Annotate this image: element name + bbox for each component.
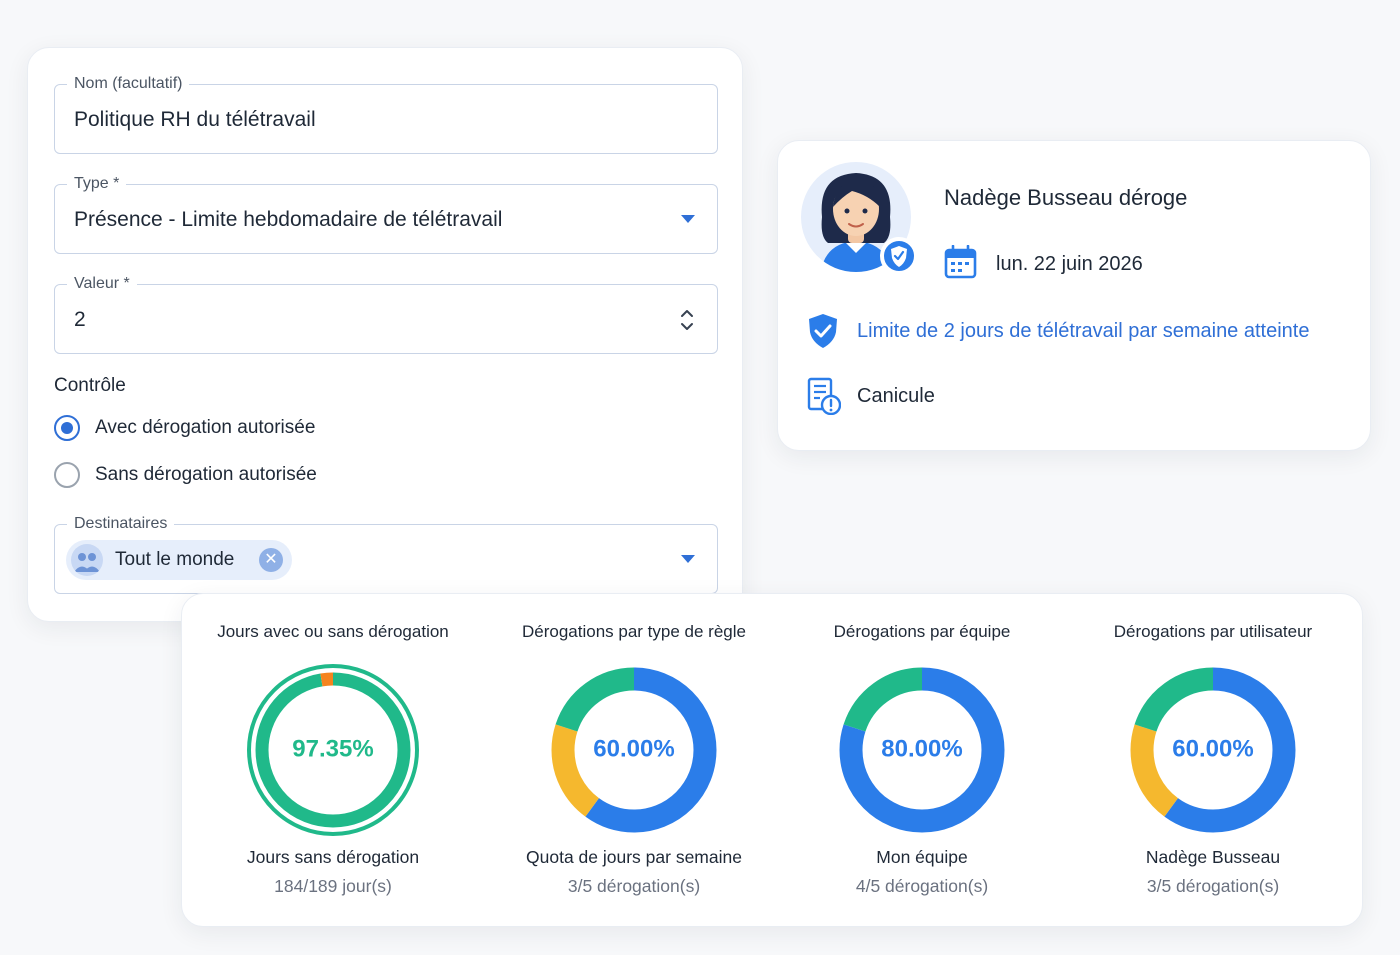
control-section-title: Contrôle xyxy=(54,375,126,396)
stat-sub: 3/5 dérogation(s) xyxy=(1146,876,1280,896)
shield-check-icon xyxy=(809,314,837,348)
name-field-label: Nom (facultatif) xyxy=(67,74,190,94)
recipients-select[interactable]: Destinataires Tout le monde ✕ xyxy=(54,514,718,594)
radio-without-derogation[interactable]: Sans dérogation autorisée xyxy=(54,460,317,490)
stat-team: Dérogations par équipe 80.00% Mon équipe… xyxy=(777,594,1067,928)
stat-label: Mon équipe xyxy=(876,847,968,867)
name-field-value[interactable]: Politique RH du télétravail xyxy=(74,107,316,133)
donut-chart-rule-type: 60.00% xyxy=(551,667,717,833)
name-field[interactable]: Nom (facultatif) Politique RH du télétra… xyxy=(54,74,718,154)
stat-rule-type: Dérogations par type de règle 60.00% Quo… xyxy=(489,594,779,928)
donut-center-value: 60.00% xyxy=(1172,735,1253,762)
value-field[interactable]: Valeur * 2 xyxy=(54,274,718,354)
stat-sub: 3/5 dérogation(s) xyxy=(567,876,701,896)
recipient-chip[interactable]: Tout le monde ✕ xyxy=(66,540,292,580)
stepper-icon[interactable] xyxy=(679,307,695,333)
notification-date: lun. 22 juin 2026 xyxy=(996,253,1143,275)
type-select-value[interactable]: Présence - Limite hebdomadaire de télétr… xyxy=(74,207,502,233)
notification-limit-text: Limite de 2 jours de télétravail par sem… xyxy=(857,320,1310,342)
stat-label: Nadège Busseau xyxy=(1145,847,1281,867)
recipient-chip-label: Tout le monde xyxy=(115,549,235,570)
value-field-label: Valeur * xyxy=(67,274,137,294)
donut-center-value: 97.35% xyxy=(292,735,373,762)
stat-days: Jours avec ou sans dérogation 97.35% Jou… xyxy=(188,594,478,928)
donut-chart-days: 97.35% xyxy=(247,664,419,836)
stat-title: Dérogations par utilisateur xyxy=(1113,622,1313,641)
close-icon[interactable]: ✕ xyxy=(259,548,283,572)
stat-label: Jours sans dérogation xyxy=(246,847,420,867)
caret-down-icon[interactable] xyxy=(681,555,695,563)
radio-with-derogation-label: Avec dérogation autorisée xyxy=(95,417,316,438)
radio-without-derogation-label: Sans dérogation autorisée xyxy=(95,464,317,485)
caret-down-icon[interactable] xyxy=(681,215,695,223)
calendar-icon xyxy=(944,245,977,279)
donut-center-value: 80.00% xyxy=(881,735,962,762)
stat-user: Dérogations par utilisateur 60.00% Nadèg… xyxy=(1068,594,1358,928)
type-select[interactable]: Type * Présence - Limite hebdomadaire de… xyxy=(54,174,718,254)
stat-label: Quota de jours par semaine xyxy=(526,847,742,867)
donut-center-value: 60.00% xyxy=(593,735,674,762)
policy-form-card: Nom (facultatif) Politique RH du télétra… xyxy=(27,47,743,622)
radio-checked-icon[interactable] xyxy=(54,415,80,441)
stat-title: Dérogations par type de règle xyxy=(522,622,746,641)
notification-title: Nadège Busseau déroge xyxy=(944,185,1188,210)
radio-unchecked-icon[interactable] xyxy=(54,462,80,488)
document-alert-icon xyxy=(807,377,841,415)
user-avatar xyxy=(801,162,918,275)
recipients-select-label: Destinataires xyxy=(67,514,175,534)
value-field-value[interactable]: 2 xyxy=(74,307,86,333)
stat-sub: 184/189 jour(s) xyxy=(274,876,392,896)
donut-chart-team: 80.00% xyxy=(839,667,1005,833)
derogation-notification-card: Nadège Busseau déroge lun. 22 juin 2026 … xyxy=(777,140,1371,451)
group-icon xyxy=(71,544,103,576)
donut-chart-user: 60.00% xyxy=(1130,667,1296,833)
type-select-label: Type * xyxy=(67,174,127,194)
radio-with-derogation[interactable]: Avec dérogation autorisée xyxy=(54,413,315,443)
notification-reason: Canicule xyxy=(857,385,935,407)
stat-sub: 4/5 dérogation(s) xyxy=(855,876,989,896)
stat-title: Dérogations par équipe xyxy=(833,622,1011,641)
derogation-stats-card: Jours avec ou sans dérogation 97.35% Jou… xyxy=(181,593,1363,927)
stat-title: Jours avec ou sans dérogation xyxy=(217,622,449,641)
